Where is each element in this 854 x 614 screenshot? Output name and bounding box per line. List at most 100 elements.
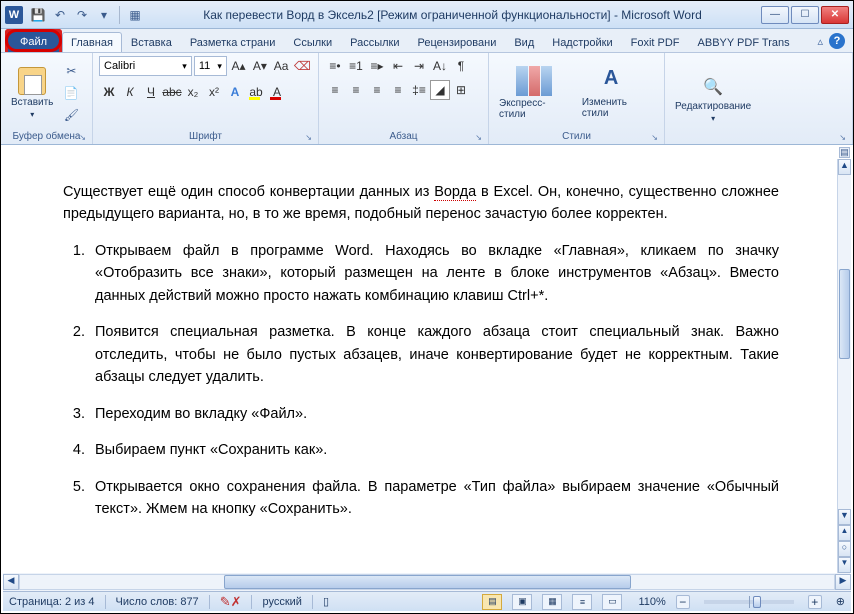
undo-icon[interactable]: ↶ <box>51 6 69 24</box>
bold-button[interactable]: Ж <box>99 82 119 102</box>
zoom-out-button[interactable]: − <box>676 595 690 609</box>
print-layout-view-icon[interactable]: ▤ <box>482 594 502 610</box>
page-status[interactable]: Страница: 2 из 4 <box>9 596 95 608</box>
horizontal-scrollbar[interactable]: ◀ ▶ <box>3 573 851 591</box>
hscroll-track[interactable] <box>19 574 835 590</box>
line-spacing-icon[interactable]: ‡≡ <box>409 80 429 100</box>
minimize-button[interactable]: — <box>761 6 789 24</box>
scroll-right-icon[interactable]: ▶ <box>835 574 851 590</box>
redo-icon[interactable]: ↷ <box>73 6 91 24</box>
borders-icon[interactable]: ⊞ <box>451 80 471 100</box>
align-left-icon[interactable]: ≡ <box>325 80 345 100</box>
separator <box>251 595 252 609</box>
change-styles-icon: A <box>604 67 632 95</box>
tab-insert[interactable]: Вставка <box>122 32 181 52</box>
tab-file-label: Файл <box>20 36 47 48</box>
highlight-color-button[interactable]: ab <box>246 82 266 102</box>
zoom-level[interactable]: 110% <box>638 596 665 608</box>
ribbon-collapse-icon[interactable]: ▵ <box>817 35 823 48</box>
shrink-font-icon[interactable]: A▾ <box>250 56 269 76</box>
outline-view-icon[interactable]: ≡ <box>572 594 592 610</box>
ruler-toggle-icon[interactable]: ▤ <box>839 147 850 158</box>
scroll-left-icon[interactable]: ◀ <box>3 574 19 590</box>
zoom-knob[interactable] <box>753 596 761 608</box>
maximize-button[interactable]: ☐ <box>791 6 819 24</box>
document-area[interactable]: Существует ещё один способ конвертации д… <box>3 147 839 573</box>
justify-icon[interactable]: ≡ <box>388 80 408 100</box>
tab-foxit[interactable]: Foxit PDF <box>622 32 689 52</box>
word-count[interactable]: Число слов: 877 <box>116 596 199 608</box>
editing-label: Редактирование <box>675 101 751 112</box>
show-marks-icon[interactable]: ¶ <box>451 56 471 76</box>
zoom-in-button[interactable]: + <box>808 595 822 609</box>
text-effects-icon[interactable]: A <box>225 82 245 102</box>
editing-group-label <box>671 141 846 142</box>
copy-icon[interactable]: 📄 <box>61 83 81 103</box>
close-button[interactable]: ✕ <box>821 6 849 24</box>
sort-icon[interactable]: A↓ <box>430 56 450 76</box>
tab-view[interactable]: Вид <box>505 32 543 52</box>
decrease-indent-icon[interactable]: ⇤ <box>388 56 408 76</box>
language-status[interactable]: русский <box>262 596 301 608</box>
clipboard-group-label: Буфер обмена <box>7 130 86 142</box>
shading-icon[interactable]: ◢ <box>430 80 450 100</box>
paste-button[interactable]: Вставить ▾ <box>7 56 57 130</box>
vertical-scrollbar[interactable]: ▲ ▼ ▲ ○ ▼ <box>837 159 851 573</box>
quick-access-toolbar: 💾 ↶ ↷ ▾ ▦ <box>29 6 144 24</box>
full-screen-view-icon[interactable]: ▣ <box>512 594 532 610</box>
bullets-icon[interactable]: ≡• <box>325 56 345 76</box>
prev-page-icon[interactable]: ▲ <box>838 525 851 541</box>
align-center-icon[interactable]: ≡ <box>346 80 366 100</box>
align-right-icon[interactable]: ≡ <box>367 80 387 100</box>
browse-object-icon[interactable]: ○ <box>838 541 851 557</box>
subscript-button[interactable]: x₂ <box>183 82 203 102</box>
fit-icon[interactable]: ⊕ <box>836 595 845 608</box>
multilevel-list-icon[interactable]: ≡▸ <box>367 56 387 76</box>
italic-button[interactable]: К <box>120 82 140 102</box>
separator <box>209 595 210 609</box>
superscript-button[interactable]: x² <box>204 82 224 102</box>
group-clipboard: Вставить ▾ ✂ 📄 🖌 Буфер обмена <box>1 53 93 144</box>
font-size-select[interactable]: 11▾ <box>194 56 227 76</box>
change-styles-button[interactable]: A Изменить стили <box>578 56 658 130</box>
tab-review[interactable]: Рецензировани <box>409 32 506 52</box>
list-item: Переходим во вкладку «Файл». <box>89 403 779 425</box>
tab-addins[interactable]: Надстройки <box>543 32 621 52</box>
editing-button[interactable]: Редактирование ▾ <box>671 56 755 141</box>
tab-page-layout[interactable]: Разметка страни <box>181 32 285 52</box>
web-layout-view-icon[interactable]: ▦ <box>542 594 562 610</box>
font-name-select[interactable]: Calibri▾ <box>99 56 192 76</box>
scroll-thumb[interactable] <box>839 269 850 359</box>
insert-mode-icon[interactable]: ▯ <box>323 595 329 608</box>
qat-customize-icon[interactable]: ▾ <box>95 6 113 24</box>
next-page-icon[interactable]: ▼ <box>838 557 851 573</box>
zoom-slider[interactable] <box>704 600 794 604</box>
grow-font-icon[interactable]: A▴ <box>229 56 248 76</box>
save-icon[interactable]: 💾 <box>29 6 47 24</box>
hscroll-thumb[interactable] <box>224 575 631 589</box>
tab-file[interactable]: Файл <box>5 29 62 52</box>
quick-styles-button[interactable]: Экспресс-стили <box>495 56 574 130</box>
clear-formatting-icon[interactable]: ⌫ <box>293 56 312 76</box>
format-painter-icon[interactable]: 🖌 <box>61 105 81 125</box>
scroll-up-icon[interactable]: ▲ <box>838 159 851 175</box>
tab-abbyy[interactable]: ABBYY PDF Trans <box>689 32 799 52</box>
qat-extra-icon[interactable]: ▦ <box>126 6 144 24</box>
status-bar: Страница: 2 из 4 Число слов: 877 ✎✗ русс… <box>3 591 851 611</box>
tab-mailings[interactable]: Рассылки <box>341 32 408 52</box>
strikethrough-button[interactable]: abc <box>162 82 182 102</box>
change-case-icon[interactable]: Aa <box>271 56 290 76</box>
cut-icon[interactable]: ✂ <box>61 61 81 81</box>
title-bar: W 💾 ↶ ↷ ▾ ▦ Как перевести Ворд в Эксель2… <box>1 1 853 29</box>
tab-references[interactable]: Ссылки <box>284 32 341 52</box>
spell-check-icon[interactable]: ✎✗ <box>220 594 242 610</box>
tab-home[interactable]: Главная <box>62 32 122 52</box>
increase-indent-icon[interactable]: ⇥ <box>409 56 429 76</box>
underline-button[interactable]: Ч <box>141 82 161 102</box>
help-icon[interactable]: ? <box>829 33 845 49</box>
font-color-button[interactable]: A <box>267 82 287 102</box>
group-font: Calibri▾ 11▾ A▴ A▾ Aa ⌫ Ж К Ч abc x₂ x² … <box>93 53 319 144</box>
numbering-icon[interactable]: ≡1 <box>346 56 366 76</box>
scroll-down-icon[interactable]: ▼ <box>838 509 851 525</box>
draft-view-icon[interactable]: ▭ <box>602 594 622 610</box>
